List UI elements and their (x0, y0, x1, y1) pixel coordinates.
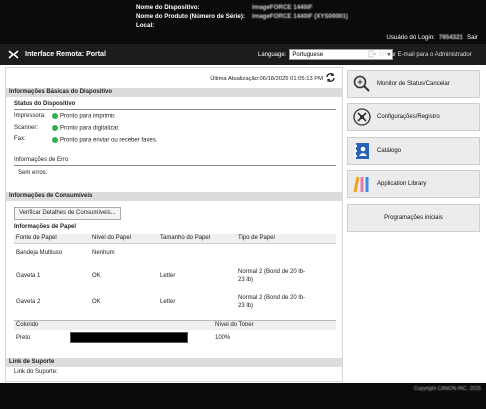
status-ok-icon (52, 137, 58, 143)
send-mail-icon (368, 50, 377, 60)
login-user-value: 7654321 (438, 34, 463, 41)
settings-icon (351, 106, 373, 128)
device-info: Nome do Dispositivo: imageFORCE 1440iF No… (136, 3, 348, 30)
column-header: Nível do Toner (213, 320, 336, 330)
login-user-label: Usuário do Login: (386, 34, 435, 41)
status-monitor-icon (351, 73, 373, 95)
column-header: Colorido (14, 320, 68, 330)
top-header: Nome do Dispositivo: imageFORCE 1440iF No… (0, 0, 486, 44)
sidebar-item-label: Application Library (377, 181, 427, 187)
status-label: Fax: (14, 136, 26, 142)
support-header: Link de Suporte (6, 358, 342, 367)
toner-level-bar (70, 332, 188, 343)
status-ok-icon (52, 125, 58, 131)
status-value: Pronto para enviar ou receber faxes. (52, 137, 157, 144)
paper-source: Bandeja Multiuso (16, 250, 63, 257)
user-info: Usuário do Login: 7654321 Sair (386, 34, 478, 41)
footer: Copyright CANON INC. 2025 (0, 383, 486, 409)
column-header: Fonte de Papel (14, 234, 90, 244)
logout-link[interactable]: Sair (467, 34, 478, 41)
toner-color: Preto (16, 334, 31, 341)
sidebar-item-label: Programações iniciais (384, 215, 443, 221)
divider (14, 109, 336, 110)
product-name-label: Nome do Produto (Número de Série): (136, 13, 245, 20)
refresh-icon[interactable] (325, 72, 336, 85)
table-row: Bandeja Multiuso Nenhum (14, 243, 336, 263)
sidebar-item-label: Configurações/Registro (377, 114, 440, 120)
paper-info-title: Informações de Papel (14, 224, 77, 230)
paper-size: Letter (160, 299, 176, 305)
column-header: Nível do Papel (90, 234, 158, 244)
paper-source: Gaveta 1 (16, 273, 41, 279)
toner-bar-cell (68, 330, 213, 346)
paper-level: Nenhum (92, 250, 115, 257)
paper-type (236, 243, 336, 263)
language-label: Language: (258, 51, 287, 58)
column-header: Tamanho do Papel (158, 234, 236, 244)
device-name-value: imageFORCE 1440iF (252, 4, 313, 11)
status-value: Pronto para digitalizar. (52, 125, 120, 132)
main-panel: Última Atualização:06/18/2025 01:05:13 P… (5, 67, 343, 382)
sidebar-item-address-book[interactable]: Catálogo (347, 137, 480, 165)
status-label: Impressora: (14, 113, 46, 119)
copyright: Copyright CANON INC. 2025 (413, 386, 481, 392)
last-update: Última Atualização:06/18/2025 01:05:13 P… (210, 72, 336, 85)
paper-level: OK (92, 273, 101, 279)
portal-title: Interface Remota: Portal (25, 51, 106, 58)
sidebar-item-application-library[interactable]: Application Library (347, 170, 480, 198)
table-row: Gaveta 1 OK Letter Normal 2 (Bond de 20 … (14, 263, 336, 289)
sidebar-item-settings[interactable]: Configurações/Registro (347, 103, 480, 131)
table-row: Gaveta 2 OK Letter Normal 2 (Bond de 20 … (14, 289, 336, 315)
paper-size (158, 243, 236, 263)
error-value: Sem erros. (18, 170, 48, 176)
remote-ui-logo-icon (6, 48, 20, 62)
status-label: Scanner: (14, 125, 39, 131)
table-row: Preto 100% (14, 330, 336, 346)
toner-table: Colorido Nível do Toner Preto 100% (14, 320, 336, 346)
language-value: Portuguese (292, 51, 324, 58)
sidebar-item-label: Catálogo (377, 148, 402, 154)
device-name-label: Nome do Dispositivo: (136, 4, 200, 11)
consumables-header: Informações de Consumíveis (6, 192, 342, 201)
error-info-title: Informações de Erro (14, 157, 69, 163)
column-header: Tipo de Papel (236, 234, 336, 244)
last-update-text: Última Atualização:06/18/2025 01:05:13 P… (210, 75, 323, 82)
paper-table: Fonte de Papel Nível do Papel Tamanho do… (14, 234, 336, 315)
sidebar-item-initial-settings[interactable]: Programações iniciais (347, 204, 480, 232)
paper-size: Letter (160, 273, 176, 279)
paper-level: OK (92, 299, 101, 305)
send-mail-label: Enviar E-mail para o Administrador (379, 52, 472, 58)
application-library-icon (351, 173, 373, 195)
sidebar-item-label: Monitor de Status/Cancelar (377, 81, 450, 87)
portal-navbar: Interface Remota: Portal Language: Portu… (0, 44, 486, 65)
basic-info-header: Informações Básicas do Dispositivo (6, 88, 342, 97)
paper-type: Normal 2 (Bond de 20 lb-23 lb) (238, 269, 306, 283)
send-mail-link[interactable]: Enviar E-mail para o Administrador (368, 50, 472, 60)
sidebar-item-status-monitor[interactable]: Monitor de Status/Cancelar (347, 70, 480, 98)
toner-level: 100% (215, 334, 231, 341)
column-header (68, 320, 213, 330)
product-name-value: imageFORCE 1440iF (XYS00001) (252, 13, 348, 20)
divider (14, 165, 336, 166)
status-value: Pronto para imprimir. (52, 113, 116, 120)
paper-source: Gaveta 2 (16, 299, 41, 305)
support-link-label: Link do Suporte: (14, 369, 58, 375)
device-status-title: Status do Dispositivo (14, 101, 76, 107)
table-header-row: Fonte de Papel Nível do Papel Tamanho do… (14, 234, 336, 244)
status-ok-icon (52, 113, 58, 119)
table-header-row: Colorido Nível do Toner (14, 320, 336, 330)
location-label: Local: (136, 22, 155, 29)
address-book-icon (351, 140, 373, 162)
check-consumables-button[interactable]: Verificar Detalhes de Consumíveis... (14, 207, 121, 220)
paper-type: Normal 2 (Bond de 20 lb-23 lb) (238, 295, 306, 309)
